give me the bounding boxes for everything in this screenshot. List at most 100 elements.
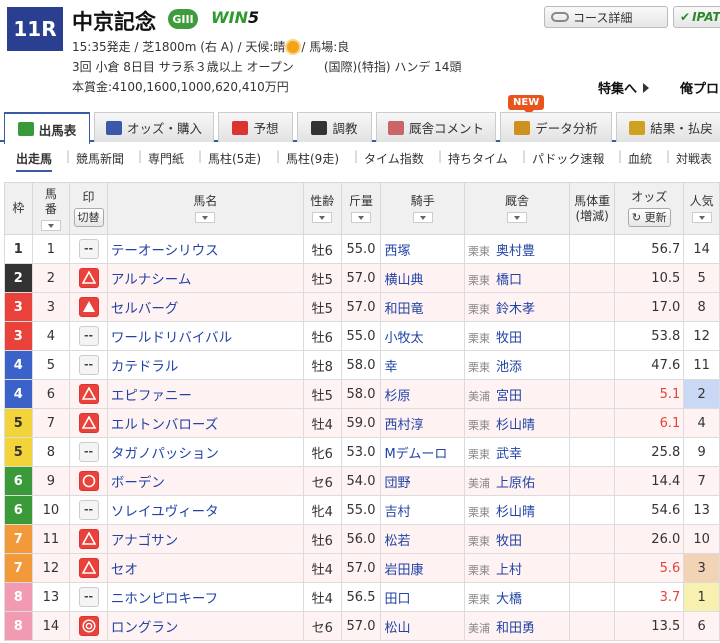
horse-name-link[interactable]: エピファニー bbox=[111, 388, 192, 404]
subnav-item[interactable]: 馬柱(9走) bbox=[286, 150, 339, 167]
odds-cell[interactable]: 26.0 bbox=[614, 524, 685, 554]
subnav-item[interactable]: 持ちタイム bbox=[448, 150, 508, 167]
horse-name-link[interactable]: セオ bbox=[111, 562, 138, 578]
jockey-cell[interactable]: 和田竜 bbox=[380, 292, 466, 322]
tab-bar-chart[interactable]: データ分析 bbox=[500, 112, 612, 142]
trainer-link[interactable]: 上原佑 bbox=[496, 476, 535, 491]
jockey-cell[interactable]: 団野 bbox=[380, 466, 466, 496]
mark-selector[interactable]: -- bbox=[78, 500, 99, 520]
jockey-cell[interactable]: 岩田康 bbox=[380, 553, 466, 583]
odds-cell[interactable]: 10.5 bbox=[614, 263, 685, 293]
horse-name-link[interactable]: セルバーグ bbox=[111, 301, 179, 317]
trainer-link[interactable]: 和田勇 bbox=[496, 621, 535, 636]
horse-name-link[interactable]: テーオーシリウス bbox=[111, 243, 219, 259]
horse-name-link[interactable]: ニホンピロキーフ bbox=[111, 591, 218, 607]
subnav-item[interactable]: タイム指数 bbox=[364, 150, 424, 167]
jockey-cell[interactable]: 西塚 bbox=[380, 234, 466, 264]
odds-cell[interactable]: 17.0 bbox=[614, 292, 685, 322]
jockey-cell[interactable]: 西村淳 bbox=[380, 408, 466, 438]
horse-name-link[interactable]: カテドラル bbox=[111, 359, 179, 375]
horse-name-link[interactable]: ボーデン bbox=[111, 475, 165, 491]
trainer-link[interactable]: 杉山晴 bbox=[496, 505, 535, 520]
mark-selector[interactable] bbox=[78, 529, 99, 549]
horse-name-link[interactable]: タガノパッション bbox=[111, 446, 219, 462]
subnav-item[interactable]: 専門紙 bbox=[148, 150, 184, 167]
mark-selector[interactable] bbox=[78, 268, 99, 288]
mark-selector[interactable] bbox=[78, 558, 99, 578]
odds-cell[interactable]: 54.6 bbox=[614, 495, 685, 525]
trainer-link[interactable]: 杉山晴 bbox=[496, 418, 535, 433]
trainer-link[interactable]: 宮田 bbox=[496, 389, 522, 404]
odds-cell[interactable]: 5.6 bbox=[614, 553, 685, 583]
odds-cell[interactable]: 14.4 bbox=[614, 466, 685, 496]
subnav-item[interactable]: パドック速報 bbox=[532, 150, 604, 167]
tab-table[interactable]: 出馬表 bbox=[4, 112, 90, 144]
mark-selector[interactable] bbox=[78, 471, 99, 491]
feature-link[interactable]: 特集へ bbox=[598, 78, 650, 97]
mark-toggle-button[interactable]: 切替 bbox=[73, 208, 104, 227]
trainer-link[interactable]: 池添 bbox=[496, 360, 522, 375]
mark-selector[interactable]: -- bbox=[78, 442, 99, 462]
jockey-cell[interactable]: Mデムーロ bbox=[380, 437, 466, 467]
jockey-cell[interactable]: 松若 bbox=[380, 524, 466, 554]
subnav-item[interactable]: 出走馬 bbox=[16, 150, 53, 172]
win5-logo[interactable]: WIN5 bbox=[211, 8, 259, 27]
horse-name-link[interactable]: ワールドリバイバル bbox=[111, 330, 232, 346]
jockey-cell[interactable]: 杉原 bbox=[380, 379, 466, 409]
trainer-link[interactable]: 武幸 bbox=[496, 447, 522, 462]
odds-cell[interactable]: 56.7 bbox=[614, 234, 685, 264]
course-detail-button[interactable]: コース詳細 bbox=[544, 6, 668, 28]
trainer-link[interactable]: 鈴木孝 bbox=[496, 302, 535, 317]
sort-dropdown[interactable] bbox=[312, 212, 333, 223]
horse-name-link[interactable]: ロングラン bbox=[111, 620, 179, 636]
mark-selector[interactable] bbox=[78, 413, 99, 433]
mark-selector[interactable]: -- bbox=[78, 587, 99, 607]
horse-name-link[interactable]: アルナシーム bbox=[111, 272, 191, 288]
mark-selector[interactable] bbox=[78, 297, 99, 317]
jockey-cell[interactable]: 幸 bbox=[380, 350, 466, 380]
odds-refresh-button[interactable]: ↻ 更新 bbox=[627, 208, 671, 227]
sort-dropdown[interactable] bbox=[691, 212, 712, 223]
subnav-item[interactable]: 馬柱(5走) bbox=[208, 150, 261, 167]
horse-name-link[interactable]: アナゴサン bbox=[111, 533, 178, 549]
horse-name-link[interactable]: ソレイユヴィータ bbox=[111, 504, 219, 520]
jockey-cell[interactable]: 小牧太 bbox=[380, 321, 466, 351]
trainer-link[interactable]: 奥村豊 bbox=[496, 244, 535, 259]
sort-dropdown[interactable] bbox=[195, 212, 216, 223]
sort-dropdown[interactable] bbox=[351, 212, 371, 223]
mark-selector[interactable]: -- bbox=[78, 355, 99, 375]
jockey-cell[interactable]: 横山典 bbox=[380, 263, 466, 293]
odds-cell[interactable]: 25.8 bbox=[614, 437, 685, 467]
jockey-cell[interactable]: 吉村 bbox=[380, 495, 466, 525]
odds-cell[interactable]: 53.8 bbox=[614, 321, 685, 351]
subnav-item[interactable]: 対戦表 bbox=[676, 150, 712, 167]
jockey-cell[interactable]: 松山 bbox=[380, 611, 466, 641]
tab-stable[interactable]: 厩舎コメント bbox=[376, 112, 496, 142]
sort-dropdown[interactable] bbox=[40, 219, 61, 231]
mark-selector[interactable]: -- bbox=[78, 326, 99, 346]
horse-name-link[interactable]: エルトンバローズ bbox=[111, 417, 218, 433]
subnav-item[interactable]: 競馬新聞 bbox=[76, 150, 124, 167]
odds-cell[interactable]: 47.6 bbox=[614, 350, 685, 380]
trainer-link[interactable]: 橋口 bbox=[496, 273, 522, 288]
mark-selector[interactable] bbox=[78, 616, 99, 636]
mark-selector[interactable]: -- bbox=[78, 239, 99, 259]
odds-cell[interactable]: 13.5 bbox=[614, 611, 685, 641]
odds-cell[interactable]: 5.1 bbox=[614, 379, 685, 409]
ipat-button[interactable]: ✔ IPAT bbox=[673, 6, 720, 28]
tab-coins[interactable]: 結果・払戻 bbox=[616, 112, 720, 142]
tab-money[interactable]: オッズ・購入 bbox=[94, 112, 214, 142]
trainer-link[interactable]: 上村 bbox=[496, 563, 522, 578]
sort-dropdown[interactable] bbox=[412, 212, 433, 223]
trainer-link[interactable]: 大橋 bbox=[496, 592, 522, 607]
jockey-cell[interactable]: 田口 bbox=[380, 582, 466, 612]
tab-target[interactable]: 予想 bbox=[218, 112, 293, 142]
trainer-link[interactable]: 牧田 bbox=[496, 534, 522, 549]
odds-cell[interactable]: 3.7 bbox=[614, 582, 685, 612]
subnav-item[interactable]: 血統 bbox=[628, 150, 652, 167]
trainer-link[interactable]: 牧田 bbox=[496, 331, 522, 346]
tab-stopwatch[interactable]: 調教 bbox=[297, 112, 372, 142]
ore-pro-link[interactable]: 俺プロ bbox=[680, 78, 719, 97]
mark-selector[interactable] bbox=[78, 384, 99, 404]
odds-cell[interactable]: 6.1 bbox=[614, 408, 685, 438]
